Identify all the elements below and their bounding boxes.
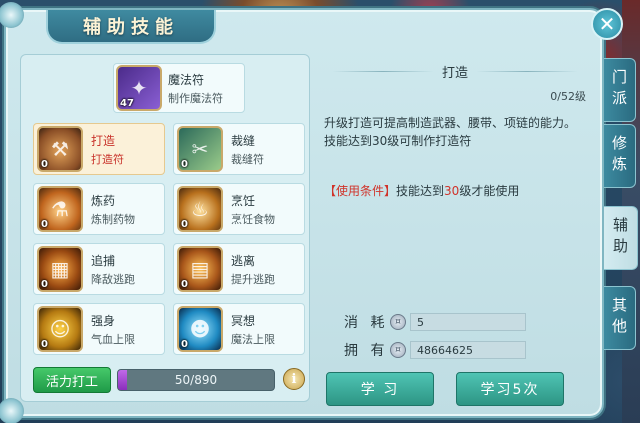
close-button[interactable]: ✕ — [591, 8, 623, 40]
owned-label: 拥 有 — [344, 343, 389, 359]
item-count: 47 — [120, 98, 134, 109]
silver-coin-icon: ¤ — [390, 314, 406, 330]
skill-level: 0/52级 — [550, 90, 586, 103]
close-icon: ✕ — [598, 12, 616, 36]
skill-sub: 降敌逃跑 — [91, 272, 135, 286]
forge-icon: ⚒ 0 — [37, 126, 83, 172]
skill-meditation[interactable]: ☻ 0 冥想 魔法上限 — [173, 303, 305, 355]
skill-hunt[interactable]: ▦ 0 追捕 降敌逃跑 — [33, 243, 165, 295]
skill-name: 冥想 — [231, 313, 256, 328]
skill-sub: 提升逃跑 — [231, 272, 275, 286]
hunt-cage-icon: ▦ 0 — [37, 246, 83, 292]
escape-cage-icon: ▤ 0 — [177, 246, 223, 292]
skill-name: 强身 — [91, 313, 116, 328]
skill-count: 0 — [181, 339, 188, 350]
skill-count: 0 — [41, 279, 48, 290]
skill-window: 辅助技能 ✦ 47 魔法符 制作魔法符 ⚒ 0 打造 打造符 ✂ 0 裁缝 裁缝… — [0, 2, 604, 423]
skill-count: 0 — [181, 159, 188, 170]
tab-cultivation[interactable]: 修炼 — [604, 124, 636, 188]
owned-value: 48664625 — [410, 341, 526, 359]
skill-sub: 烹饪食物 — [231, 212, 275, 226]
alchemy-icon: ⚗ 0 — [37, 186, 83, 232]
corner-ornament-icon — [0, 398, 24, 423]
tab-sect[interactable]: 门派 — [604, 58, 636, 122]
skill-sub: 气血上限 — [91, 332, 135, 346]
silver-coin-icon: ¤ — [390, 342, 406, 358]
featured-item-magic-talisman[interactable]: ✦ 47 魔法符 制作魔法符 — [113, 63, 245, 113]
skill-name: 追捕 — [91, 253, 116, 268]
skill-alchemy[interactable]: ⚗ 0 炼药 炼制药物 — [33, 183, 165, 235]
sewing-icon: ✂ 0 — [177, 126, 223, 172]
use-condition: 【使用条件】技能达到30级才能使用 — [324, 182, 586, 199]
strength-icon: ☺ 0 — [37, 306, 83, 352]
learn-5-times-button[interactable]: 学习5次 — [456, 372, 564, 406]
skill-name: 逃离 — [231, 253, 256, 268]
learn-button[interactable]: 学 习 — [326, 372, 434, 406]
corner-ornament-icon — [0, 2, 24, 28]
skill-name: 打造 — [91, 133, 116, 148]
skill-count: 0 — [41, 339, 48, 350]
cost-row: 消 耗 ¤ 5 — [344, 312, 530, 332]
skill-cooking[interactable]: ♨ 0 烹饪 烹饪食物 — [173, 183, 305, 235]
window-title-tab: 辅助技能 — [46, 10, 216, 44]
condition-level: 30 — [444, 184, 460, 198]
skill-sub: 打造符 — [91, 152, 124, 166]
condition-pre: 技能达到 — [396, 184, 445, 198]
skill-list-panel: ✦ 47 魔法符 制作魔法符 ⚒ 0 打造 打造符 ✂ 0 裁缝 裁缝符 ⚗ 0… — [20, 54, 310, 402]
skill-grid: ⚒ 0 打造 打造符 ✂ 0 裁缝 裁缝符 ⚗ 0 炼药 炼制药物 ♨ 0 烹饪… — [33, 123, 305, 355]
tab-auxiliary[interactable]: 辅助 — [604, 206, 638, 270]
skill-count: 0 — [41, 159, 48, 170]
skill-sub: 裁缝符 — [231, 152, 264, 166]
owned-row: 拥 有 ¤ 48664625 — [344, 340, 530, 360]
featured-sub: 制作魔法符 — [168, 91, 223, 105]
vitality-progress-bar: 50/890 — [117, 369, 275, 391]
cost-label: 消 耗 — [344, 315, 389, 331]
vitality-progress-text: 50/890 — [174, 373, 218, 387]
skill-name: 烹饪 — [231, 193, 256, 208]
skill-sewing[interactable]: ✂ 0 裁缝 裁缝符 — [173, 123, 305, 175]
tab-other[interactable]: 其他 — [604, 286, 636, 350]
skill-sub: 魔法上限 — [231, 332, 275, 346]
meditation-icon: ☻ 0 — [177, 306, 223, 352]
skill-sub: 炼制药物 — [91, 212, 135, 226]
window-title: 辅助技能 — [83, 17, 179, 38]
condition-tag: 【使用条件】 — [324, 184, 397, 198]
skill-name: 裁缝 — [231, 133, 256, 148]
skill-escape[interactable]: ▤ 0 逃离 提升逃跑 — [173, 243, 305, 295]
skill-forge[interactable]: ⚒ 0 打造 打造符 — [33, 123, 165, 175]
skill-strength[interactable]: ☺ 0 强身 气血上限 — [33, 303, 165, 355]
skill-count: 0 — [181, 219, 188, 230]
detail-title: 打造 — [324, 60, 586, 82]
skill-count: 0 — [41, 219, 48, 230]
skill-count: 0 — [181, 279, 188, 290]
skill-description: 升级打造可提高制造武器、腰带、项链的能力。技能达到30级可制作打造符 — [324, 116, 577, 148]
skill-name: 炼药 — [91, 193, 116, 208]
cooking-icon: ♨ 0 — [177, 186, 223, 232]
cost-value: 5 — [410, 313, 526, 331]
info-icon[interactable]: i — [283, 368, 305, 390]
vitality-work-button[interactable]: 活力打工 — [33, 367, 111, 393]
featured-name: 魔法符 — [168, 72, 205, 87]
magic-talisman-icon: ✦ 47 — [116, 65, 162, 111]
condition-post: 级才能使用 — [459, 184, 520, 198]
detail-title-text: 打造 — [442, 65, 469, 81]
